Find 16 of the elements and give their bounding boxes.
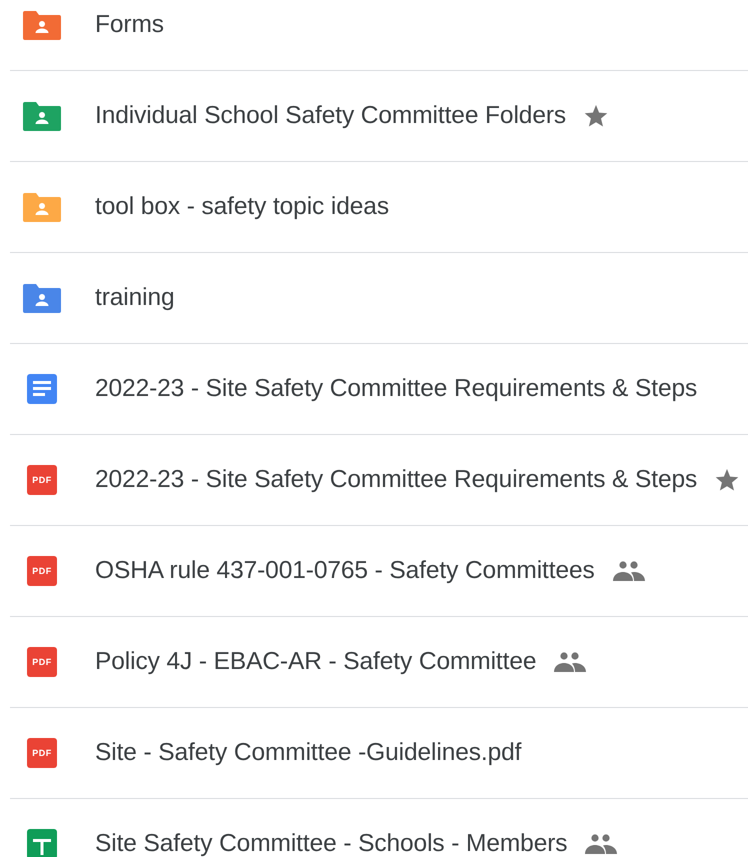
file-name[interactable]: tool box - safety topic ideas xyxy=(95,193,389,221)
file-name[interactable]: Individual School Safety Committee Folders xyxy=(95,102,566,130)
file-name[interactable]: OSHA rule 437-001-0765 - Safety Committees xyxy=(95,557,595,585)
pdf-icon: PDF xyxy=(27,738,57,768)
pdf-icon: PDF xyxy=(27,465,57,495)
pdf-icon: PDF xyxy=(27,647,57,677)
file-name[interactable]: Forms xyxy=(95,11,164,39)
document-icon xyxy=(27,374,57,404)
file-name[interactable]: Site Safety Committee - Schools - Members xyxy=(95,830,568,857)
file-name[interactable]: training xyxy=(95,284,175,312)
file-name[interactable]: 2022-23 - Site Safety Committee Requirements & Steps xyxy=(95,375,698,403)
file-name[interactable]: Policy 4J - EBAC-AR - Safety Committee xyxy=(95,648,536,676)
pdf-icon: PDF xyxy=(27,556,57,586)
file-name[interactable]: Site - Safety Committee -Guidelines.pdf xyxy=(95,739,522,767)
spreadsheet-icon xyxy=(27,829,57,857)
file-name[interactable]: 2022-23 - Site Safety Committee Requirements & Steps xyxy=(95,466,698,494)
